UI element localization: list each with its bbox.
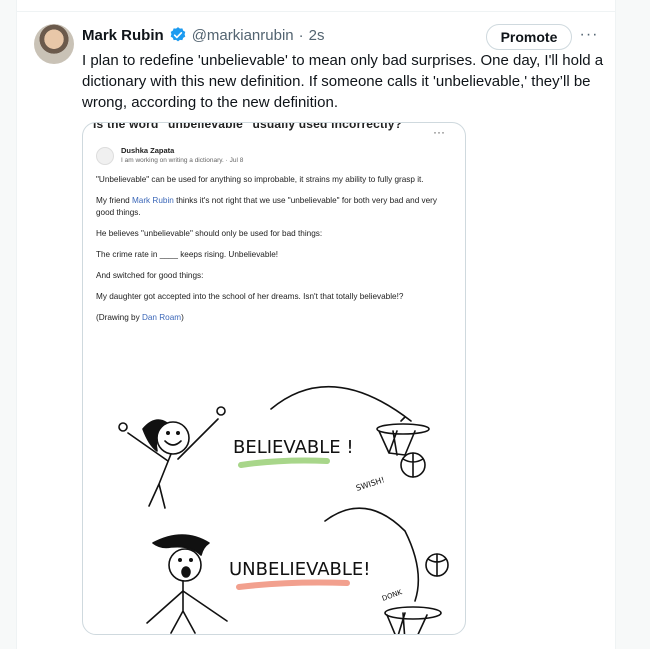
post-media-image[interactable]: Is the word "unbelievable" usually used … — [82, 122, 466, 635]
swish-label: SWISH! — [355, 475, 386, 493]
promote-button[interactable]: Promote — [486, 24, 572, 50]
unbelievable-word: UNBELIEVABLE! — [229, 559, 371, 580]
author-handle[interactable]: @markianrubin — [192, 27, 294, 44]
answer-paragraph: "Unbelievable" can be used for anything … — [96, 175, 424, 184]
post-time[interactable]: 2s — [309, 27, 325, 44]
answer-paragraph: My daughter got accepted into the school… — [96, 292, 404, 301]
believable-word: BELIEVABLE ! — [233, 437, 354, 458]
divider — [16, 11, 616, 12]
answer-author: Dushka Zapata — [121, 146, 175, 155]
author-name[interactable]: Mark Rubin — [82, 27, 164, 44]
answer-paragraph: (Drawing by Dan Roam) — [96, 313, 184, 322]
post-text: I plan to redefine 'unbelievable' to mea… — [82, 52, 604, 111]
credit-link: Dan Roam — [141, 313, 182, 322]
more-options-icon[interactable]: ··· — [578, 26, 600, 46]
answer-paragraph: The crime rate in ____ keeps rising. Unb… — [96, 250, 279, 259]
image-more-icon: ··· — [433, 125, 445, 139]
answer-avatar — [96, 147, 114, 165]
avatar[interactable] — [34, 24, 74, 64]
donk-label: DONK — [381, 588, 404, 603]
mention-link: Mark Rubin — [131, 196, 174, 205]
post-header: Mark Rubin @markianrubin · 2s — [82, 24, 324, 46]
answer-credential: I am working on writing a dictionary. · … — [121, 157, 244, 164]
answer-paragraph: He believes "unbelievable" should only b… — [96, 229, 323, 238]
dot-separator: · — [298, 26, 304, 44]
question-title: Is the word "unbelievable" usually used … — [93, 122, 403, 131]
answer-body: "Unbelievable" can be used for anything … — [96, 174, 456, 333]
answer-paragraph: My friend Mark Rubin thinks it's not rig… — [96, 196, 437, 217]
basketball-drawing: BELIEVABLE ! SWISH! UNBELIEVABLE! DONK — [118, 385, 449, 634]
answer-paragraph: And switched for good things: — [96, 271, 204, 280]
verified-badge-icon — [170, 27, 185, 42]
